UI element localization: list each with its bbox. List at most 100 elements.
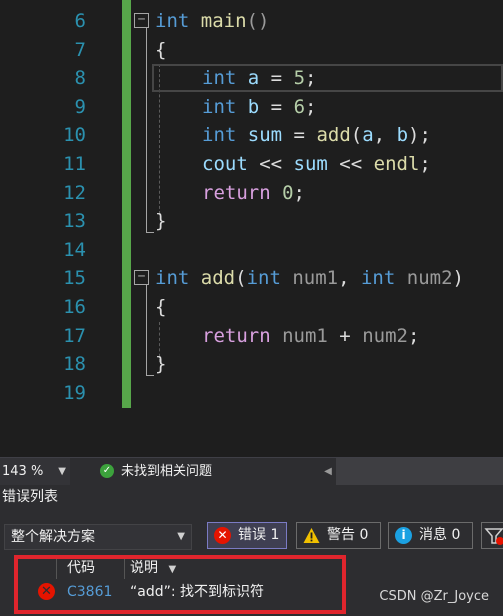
code-line-7[interactable]: { <box>155 36 166 65</box>
line-number: 15 <box>63 267 86 289</box>
line-number: 9 <box>74 96 86 118</box>
watermark: CSDN @Zr_Joyce <box>379 589 489 604</box>
operator: = <box>259 67 294 89</box>
line-number: 18 <box>63 353 86 375</box>
return-keyword: return <box>202 325 271 347</box>
variable: sum <box>247 124 283 146</box>
fold-guide-end <box>146 232 154 233</box>
keyword: int <box>155 10 190 32</box>
error-icon: ✕ <box>214 527 231 544</box>
open-brace: { <box>155 296 167 318</box>
open-brace: { <box>155 39 167 61</box>
keyword: int <box>202 67 237 89</box>
operator: + <box>327 325 363 347</box>
argument: a <box>362 124 374 146</box>
operator: << <box>327 153 374 175</box>
scroll-left-icon[interactable]: ◀ <box>321 458 335 485</box>
error-list-panel: 错误列表 整个解决方案 ▼ ✕ 错误 1 警告 0 i 消息 0 代码 说明 ▼… <box>0 485 503 616</box>
parameter: num1 <box>282 325 328 347</box>
line-number: 10 <box>63 124 86 146</box>
code-line-10[interactable]: int sum = add(a, b); <box>202 121 431 150</box>
semicolon: ; <box>305 96 317 118</box>
filter-icon[interactable] <box>481 522 503 549</box>
change-tracking-bar <box>122 0 131 408</box>
cout: cout <box>202 153 248 175</box>
code-line-12[interactable]: return 0; <box>202 179 305 208</box>
keyword: int <box>246 267 281 289</box>
line-number: 8 <box>74 67 86 89</box>
funnel-icon <box>484 528 503 545</box>
operator: = <box>259 96 294 118</box>
number: 0 <box>282 182 294 204</box>
chevron-down-icon: ▼ <box>58 466 66 477</box>
function-name: main <box>200 10 247 32</box>
fold-guide <box>146 285 147 375</box>
errors-filter-label: 错误 1 <box>238 527 280 543</box>
line-number: 11 <box>63 153 86 175</box>
keyword: int <box>155 267 190 289</box>
number: 5 <box>293 67 306 89</box>
line-number: 14 <box>63 239 86 261</box>
parameter: num2 <box>395 267 453 289</box>
code-line-18[interactable]: } <box>155 350 166 379</box>
endl: endl <box>373 153 420 175</box>
code-line-8[interactable]: int a = 5; <box>202 64 316 93</box>
line-number: 7 <box>74 39 86 61</box>
scope-dropdown[interactable]: 整个解决方案 ▼ <box>4 524 192 550</box>
keyword: int <box>202 124 237 146</box>
line-number: 12 <box>63 182 86 204</box>
keyword: int <box>202 96 237 118</box>
messages-filter-label: 消息 0 <box>419 527 461 543</box>
warnings-filter-label: 警告 0 <box>327 527 369 543</box>
semicolon: ; <box>305 67 317 89</box>
fold-guide <box>146 28 147 232</box>
function-call: add <box>316 124 351 146</box>
code-line-17[interactable]: return num1 + num2; <box>202 322 419 351</box>
issues-status-text[interactable]: 未找到相关问题 <box>121 458 212 485</box>
operator: = <box>282 124 317 146</box>
code-line-6[interactable]: int main() <box>155 7 269 36</box>
warnings-filter-button[interactable]: 警告 0 <box>296 522 381 549</box>
paren-semicolon: ); <box>408 124 431 146</box>
warning-icon <box>303 528 320 543</box>
fold-guide-end <box>146 375 154 376</box>
paren: ) <box>452 267 464 289</box>
collapse-icon[interactable]: − <box>134 270 149 285</box>
messages-filter-button[interactable]: i 消息 0 <box>388 522 473 549</box>
paren: ( <box>235 267 247 289</box>
keyword: int <box>360 267 396 289</box>
semicolon: ; <box>407 325 420 347</box>
variable: sum <box>293 153 328 175</box>
zoom-dropdown[interactable]: 143 % ▼ <box>0 458 70 485</box>
editor-status-strip: 143 % ▼ ✓ 未找到相关问题 ◀ <box>0 457 503 485</box>
errors-filter-button[interactable]: ✕ 错误 1 <box>207 522 287 549</box>
code-line-11[interactable]: cout << sum << endl; <box>202 150 431 179</box>
horizontal-scrollbar[interactable] <box>336 458 503 485</box>
close-brace: } <box>155 210 167 232</box>
panel-title: 错误列表 <box>2 489 58 505</box>
argument: b <box>396 124 409 146</box>
close-brace: } <box>155 353 167 375</box>
code-line-16[interactable]: { <box>155 293 166 322</box>
code-line-9[interactable]: int b = 6; <box>202 93 316 122</box>
info-icon: i <box>395 527 412 544</box>
semicolon: ; <box>419 153 431 175</box>
collapse-icon[interactable]: − <box>134 13 149 28</box>
code-editor[interactable]: 6 7 8 9 10 11 12 13 14 15 16 17 18 19 − … <box>0 0 503 457</box>
semicolon: ; <box>293 182 305 204</box>
parameter: num1 <box>280 267 339 289</box>
line-number: 17 <box>63 325 86 347</box>
comma: , <box>338 267 361 289</box>
variable: a <box>247 67 260 89</box>
code-line-15[interactable]: int add(int num1, int num2) <box>155 264 464 293</box>
chevron-down-icon: ▼ <box>177 531 185 542</box>
code-line-13[interactable]: } <box>155 207 166 236</box>
parameter: num2 <box>362 325 408 347</box>
check-circle-icon: ✓ <box>100 464 114 478</box>
function-name: add <box>200 267 236 289</box>
zoom-level: 143 % <box>2 464 44 479</box>
annotation-highlight-box <box>14 555 346 614</box>
operator: << <box>247 153 294 175</box>
